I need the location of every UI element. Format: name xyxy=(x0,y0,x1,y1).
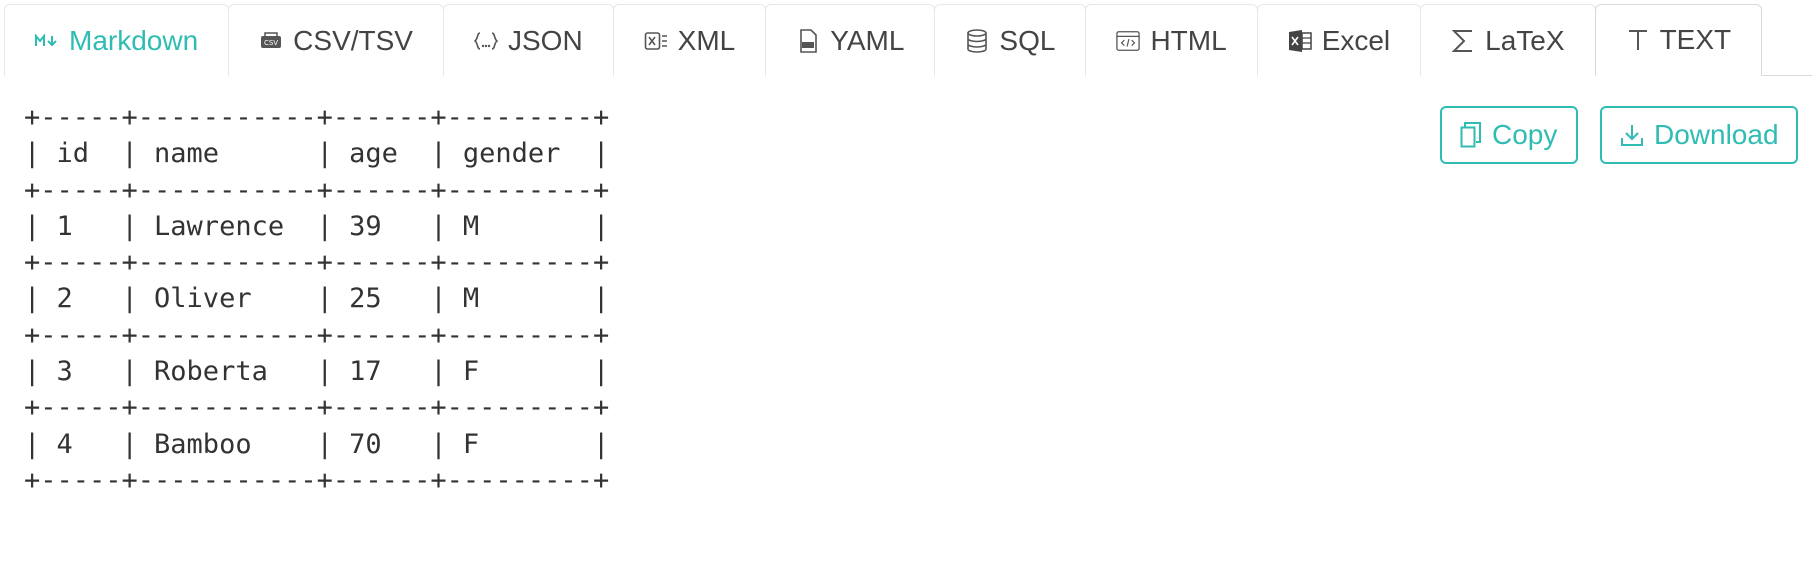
tab-markdown[interactable]: Markdown xyxy=(4,4,230,76)
tab-html[interactable]: HTML xyxy=(1085,4,1258,76)
copy-button[interactable]: Copy xyxy=(1440,106,1578,164)
tab-csv-tsv[interactable]: CSV CSV/TSV xyxy=(228,4,444,76)
tab-label: LaTeX xyxy=(1485,24,1565,56)
download-label: Download xyxy=(1654,119,1779,150)
xml-icon xyxy=(644,29,668,53)
table-border: +-----+-----------+------+---------+ xyxy=(24,392,610,424)
table-border: +-----+-----------+------+---------+ xyxy=(24,247,610,279)
tab-yaml[interactable]: YAML xyxy=(765,4,936,76)
table-border: +-----+-----------+------+---------+ xyxy=(24,319,610,351)
svg-text:CSV: CSV xyxy=(264,39,278,47)
excel-icon xyxy=(1288,29,1312,53)
tab-label: Excel xyxy=(1321,24,1391,56)
tab-label: CSV/TSV xyxy=(293,24,413,56)
format-tab-bar: Markdown CSV CSV/TSV JSON XML YAML SQL H… xyxy=(4,4,1812,76)
tab-label: XML xyxy=(677,24,736,56)
tab-label: YAML xyxy=(830,24,905,56)
database-icon xyxy=(965,28,989,53)
tab-label: TEXT xyxy=(1659,24,1732,55)
table-header-row: | id | name | age | gender | xyxy=(24,138,610,170)
download-icon xyxy=(1620,123,1644,147)
text-icon xyxy=(1626,28,1650,52)
tab-label: HTML xyxy=(1150,24,1227,56)
tab-label: Markdown xyxy=(69,24,199,56)
tab-excel[interactable]: Excel xyxy=(1256,4,1422,76)
tab-latex[interactable]: LaTeX xyxy=(1420,4,1596,76)
yaml-icon xyxy=(796,28,820,53)
tab-sql[interactable]: SQL xyxy=(934,4,1087,76)
table-border: +-----+-----------+------+---------+ xyxy=(24,174,610,206)
table-row: | 4 | Bamboo | 70 | F | xyxy=(24,428,610,460)
download-button[interactable]: Download xyxy=(1600,106,1798,164)
tab-label: SQL xyxy=(999,24,1056,56)
text-converter-page: Markdown CSV CSV/TSV JSON XML YAML SQL H… xyxy=(0,0,1812,562)
tab-json[interactable]: JSON xyxy=(442,4,614,76)
table-row: | 3 | Roberta | 17 | F | xyxy=(24,356,610,388)
tab-text[interactable]: TEXT xyxy=(1594,4,1763,76)
copy-label: Copy xyxy=(1492,119,1558,150)
markdown-icon xyxy=(35,29,59,53)
ascii-table-output: +-----+-----------+------+---------+ | i… xyxy=(24,100,609,499)
json-icon xyxy=(473,29,498,53)
csv-icon: CSV xyxy=(259,29,283,53)
copy-icon xyxy=(1460,122,1482,148)
tab-xml[interactable]: XML xyxy=(612,4,767,76)
table-row: | 1 | Lawrence | 39 | M | xyxy=(24,210,610,242)
table-border: +-----+-----------+------+---------+ xyxy=(24,464,610,496)
sigma-icon xyxy=(1451,29,1475,53)
table-row: | 2 | Oliver | 25 | M | xyxy=(24,283,610,315)
html-icon xyxy=(1116,29,1141,53)
table-border: +-----+-----------+------+---------+ xyxy=(24,102,610,133)
tab-label: JSON xyxy=(507,24,583,56)
